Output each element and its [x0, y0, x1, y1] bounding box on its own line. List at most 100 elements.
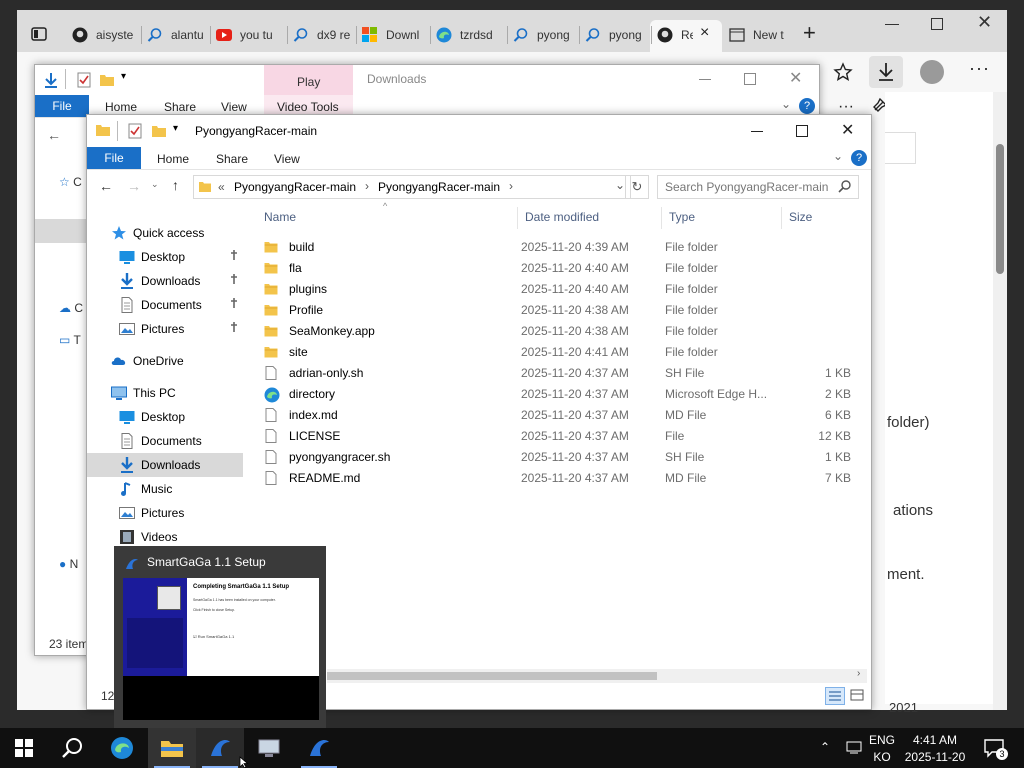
- windows-start-icon[interactable]: [0, 728, 48, 768]
- refresh-icon[interactable]: ↻: [625, 175, 649, 199]
- nav-n[interactable]: ● N: [59, 557, 78, 571]
- file-row[interactable]: adrian-only.sh 2025-11-20 4:37 AM SH File 1…: [259, 363, 869, 384]
- language-top[interactable]: ENG: [866, 733, 898, 747]
- back-icon[interactable]: ←: [47, 127, 61, 143]
- new-folder-icon[interactable]: [151, 124, 167, 138]
- home-tab[interactable]: Home: [157, 152, 189, 166]
- details-view-icon[interactable]: [825, 687, 845, 705]
- nav-item[interactable]: This PC: [87, 381, 243, 405]
- network-icon[interactable]: [846, 740, 862, 754]
- scroll-right-icon[interactable]: ›: [857, 668, 860, 679]
- browser-tab[interactable]: New t: [729, 22, 789, 48]
- video-tools-tab[interactable]: Video Tools: [277, 100, 339, 114]
- favorites-icon[interactable]: [833, 62, 853, 82]
- nav-item[interactable]: Music: [87, 477, 243, 501]
- profile-avatar[interactable]: [920, 60, 944, 84]
- help-icon[interactable]: ?: [799, 98, 815, 114]
- clock-time[interactable]: 4:41 AM: [904, 733, 966, 747]
- file-explorer-icon[interactable]: [148, 728, 196, 768]
- search-field[interactable]: Search PyongyangRacer-main: [657, 175, 859, 199]
- clock-date[interactable]: 2025-11-20: [900, 750, 970, 764]
- file-row[interactable]: pyongyangracer.sh 2025-11-20 4:37 AM SH Fi…: [259, 447, 869, 468]
- horizontal-scrollbar[interactable]: ›: [327, 668, 867, 683]
- nav-item[interactable]: Documents: [87, 293, 243, 317]
- browser-tab[interactable]: pyong: [513, 22, 575, 48]
- breadcrumb-overflow[interactable]: «: [218, 180, 225, 194]
- close-icon[interactable]: ✕: [841, 120, 854, 140]
- back-icon[interactable]: ←: [99, 178, 113, 194]
- minimize-icon[interactable]: [885, 24, 899, 25]
- address-bar[interactable]: « PyongyangRacer-main › PyongyangRacer-m…: [193, 175, 631, 199]
- maximize-icon[interactable]: [796, 125, 808, 137]
- column-size[interactable]: Size: [789, 205, 812, 229]
- breadcrumb-item[interactable]: PyongyangRacer-main: [378, 180, 500, 194]
- browser-tab[interactable]: dx9 re: [293, 22, 355, 48]
- share-tab[interactable]: Share: [216, 152, 248, 166]
- breadcrumb-chevron-icon[interactable]: ›: [509, 179, 513, 193]
- view-tab[interactable]: View: [221, 100, 247, 114]
- file-row[interactable]: build 2025-11-20 4:39 AM File folder: [259, 237, 869, 258]
- quick-access-toolbar-dropdown[interactable]: ▾: [173, 123, 178, 134]
- nav-item[interactable]: Documents: [87, 429, 243, 453]
- share-tab[interactable]: Share: [164, 100, 196, 114]
- file-row[interactable]: README.md 2025-11-20 4:37 AM MD File 7 KB: [259, 468, 869, 489]
- downloads-button[interactable]: [869, 56, 903, 88]
- maximize-icon[interactable]: [931, 18, 943, 30]
- file-row[interactable]: Profile 2025-11-20 4:38 AM File folder: [259, 300, 869, 321]
- new-tab-button[interactable]: +: [803, 20, 816, 46]
- view-tab[interactable]: View: [274, 152, 300, 166]
- search-icon[interactable]: [48, 728, 96, 768]
- file-row[interactable]: LICENSE 2025-11-20 4:37 AM File 12 KB: [259, 426, 869, 447]
- browser-tab[interactable]: Downl: [362, 22, 424, 48]
- nav-item[interactable]: Downloads: [87, 269, 243, 293]
- nav-c1[interactable]: ☆ C: [59, 175, 82, 189]
- file-tab[interactable]: File: [87, 147, 141, 169]
- column-date[interactable]: Date modified: [525, 205, 599, 229]
- browser-tab[interactable]: tzrdsd: [436, 22, 498, 48]
- properties-icon[interactable]: [128, 123, 142, 139]
- file-row[interactable]: directory 2025-11-20 4:37 AM Microsoft Edg…: [259, 384, 869, 405]
- close-tab-icon[interactable]: ×: [700, 24, 709, 42]
- browser-tab[interactable]: you tu: [216, 22, 278, 48]
- play-label[interactable]: Play: [297, 75, 320, 89]
- scroll-thumb[interactable]: [327, 672, 657, 680]
- show-hidden-icons-icon[interactable]: ⌃: [820, 740, 830, 754]
- browser-tab[interactable]: Re: [657, 22, 693, 48]
- scroll-thumb[interactable]: [996, 144, 1004, 274]
- browser-tab[interactable]: alantu: [147, 22, 209, 48]
- maximize-icon[interactable]: [744, 73, 756, 85]
- column-type[interactable]: Type: [669, 205, 695, 229]
- recent-dropdown-icon[interactable]: ⌄: [151, 179, 159, 190]
- close-icon[interactable]: ✕: [789, 68, 802, 88]
- smartgaga-icon[interactable]: [295, 728, 343, 768]
- nav-item[interactable]: Desktop: [87, 245, 243, 269]
- browser-tab[interactable]: aisyste: [72, 22, 134, 48]
- up-icon[interactable]: ↑: [172, 177, 179, 193]
- nav-t[interactable]: ▭ T: [59, 333, 81, 347]
- nav-item[interactable]: Desktop: [87, 405, 243, 429]
- language-bottom[interactable]: KO: [866, 750, 898, 764]
- nav-selected[interactable]: [35, 219, 87, 243]
- properties-icon[interactable]: [77, 72, 91, 88]
- file-row[interactable]: fla 2025-11-20 4:40 AM File folder: [259, 258, 869, 279]
- help-icon[interactable]: ?: [851, 150, 867, 166]
- column-name[interactable]: Name: [264, 205, 296, 229]
- file-row[interactable]: index.md 2025-11-20 4:37 AM MD File 6 KB: [259, 405, 869, 426]
- nav-item[interactable]: Pictures: [87, 501, 243, 525]
- nav-item[interactable]: Quick access: [87, 221, 243, 245]
- ribbon-expand-icon[interactable]: ⌄: [781, 97, 791, 111]
- nav-item[interactable]: Downloads: [87, 453, 243, 477]
- taskbar-preview[interactable]: SmartGaGa 1.1 Setup Completing SmartGaGa…: [114, 546, 326, 728]
- file-tab[interactable]: File: [35, 95, 89, 117]
- smartgaga-icon[interactable]: [196, 728, 244, 768]
- ribbon-expand-icon[interactable]: ⌄: [833, 149, 843, 163]
- edge-icon[interactable]: [98, 728, 146, 768]
- nav-c2[interactable]: ☁ C: [59, 301, 83, 315]
- breadcrumb-item[interactable]: PyongyangRacer-main: [234, 180, 356, 194]
- settings-more-icon[interactable]: ···: [969, 58, 990, 79]
- minimize-icon[interactable]: [751, 131, 763, 132]
- home-tab[interactable]: Home: [105, 100, 137, 114]
- computer-icon[interactable]: [245, 728, 293, 768]
- file-row[interactable]: plugins 2025-11-20 4:40 AM File folder: [259, 279, 869, 300]
- nav-item[interactable]: OneDrive: [87, 349, 243, 373]
